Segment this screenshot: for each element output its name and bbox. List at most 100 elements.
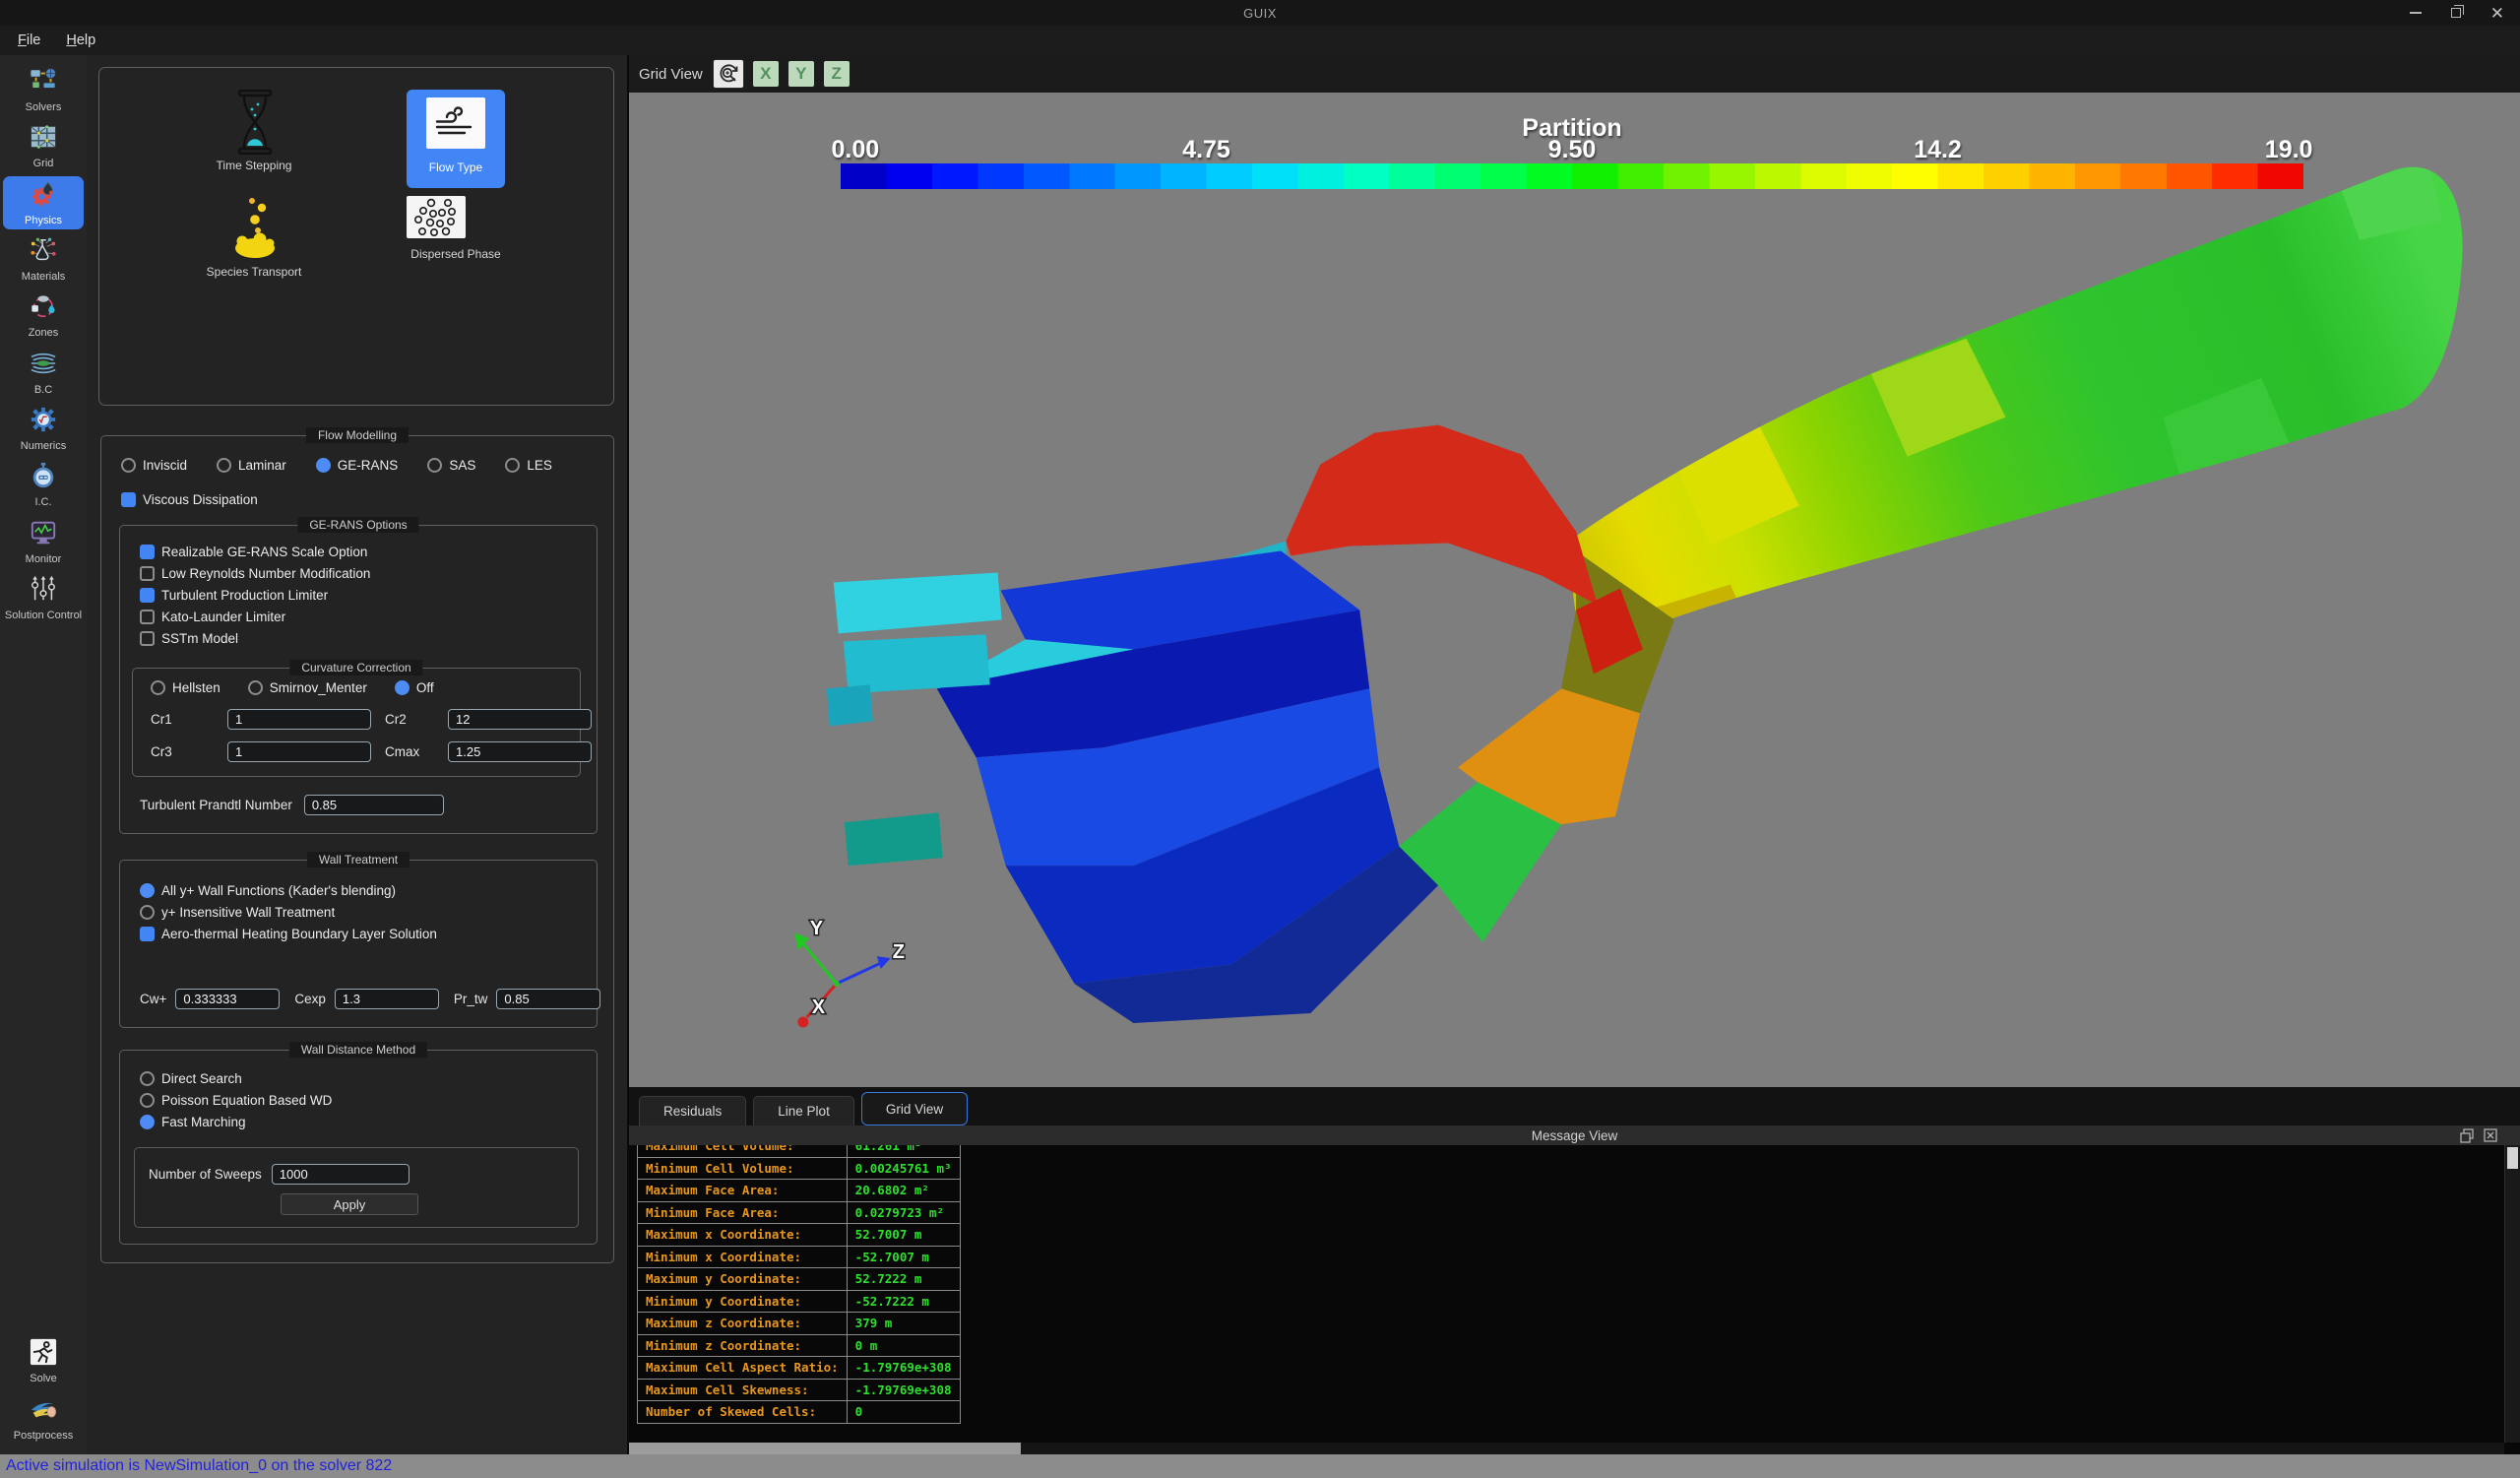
cw-field[interactable] [175, 989, 280, 1009]
close-icon[interactable]: ✕ [2490, 5, 2504, 22]
radio-ge-rans[interactable]: GE-RANS [316, 458, 399, 473]
sidebar-item-zones[interactable]: Zones [3, 289, 84, 342]
cmax-field[interactable] [448, 741, 592, 762]
field-label-cw: Cw+ [140, 992, 166, 1006]
sidebar-item-label: B.C [34, 384, 52, 396]
menu-file[interactable]: File [6, 30, 52, 51]
checkbox-sstm-model[interactable]: SSTm Model [140, 631, 587, 646]
prtw-field[interactable] [496, 989, 600, 1009]
sidebar-item-numerics[interactable]: Numerics [3, 402, 84, 455]
axis-y-label: Y [810, 918, 823, 939]
sidebar-item-physics[interactable]: Physics [3, 176, 84, 229]
sidebar-item-materials[interactable]: Materials [3, 232, 84, 286]
radio-laminar[interactable]: Laminar [217, 458, 286, 473]
radio-sas[interactable]: SAS [427, 458, 475, 473]
zones-icon [30, 292, 57, 325]
axis-triad: Y Z X [794, 918, 905, 1027]
menu-help[interactable]: Help [54, 30, 107, 51]
monitor-icon [30, 519, 57, 551]
scrollbar-handle[interactable] [629, 1443, 1021, 1454]
wall-treatment-group: Wall Treatment All y+ Wall Functions (Ka… [119, 860, 598, 1028]
number-of-sweeps-field[interactable] [272, 1164, 410, 1185]
vertical-scrollbar[interactable] [2504, 1145, 2520, 1443]
checkbox-turbulent-production-limiter[interactable]: Turbulent Production Limiter [140, 588, 587, 603]
checkbox-aero-thermal-heating[interactable]: Aero-thermal Heating Boundary Layer Solu… [140, 927, 587, 941]
table-row: Maximum z Coordinate:379 m [638, 1313, 961, 1335]
axis-x-label: X [812, 996, 826, 1018]
colorbar-tick: 19.0 [2265, 136, 2313, 164]
physics-models-box: Time Stepping Flow Type Species Transpor… [98, 67, 614, 406]
flow-modelling-radios: Inviscid Laminar GE-RANS SAS LES [121, 458, 601, 473]
zoom-fit-icon [717, 62, 740, 86]
table-row: Minimum z Coordinate:0 m [638, 1334, 961, 1357]
view-y-button[interactable]: Y [788, 60, 815, 88]
view-z-button[interactable]: Z [823, 60, 850, 88]
solve-icon [30, 1338, 57, 1371]
cexp-field[interactable] [335, 989, 439, 1009]
grid-view-viewport[interactable]: Y Z X Partition 0.00 4.75 9.50 14.2 19.0 [627, 93, 2520, 1087]
radio-yplus-insensitive[interactable]: y+ Insensitive Wall Treatment [140, 905, 587, 920]
radio-curvature-off[interactable]: Off [395, 680, 434, 695]
checkbox-realizable-scale[interactable]: Realizable GE-RANS Scale Option [140, 545, 587, 559]
sidebar-item-solvers[interactable]: Solvers [3, 63, 84, 116]
radio-smirnov-menter[interactable]: Smirnov_Menter [248, 680, 367, 695]
sidebar-item-label: Postprocess [14, 1430, 74, 1442]
minimize-icon[interactable] [2410, 12, 2422, 14]
sidebar-item-monitor[interactable]: Monitor [3, 515, 84, 568]
radio-hellsten[interactable]: Hellsten [151, 680, 220, 695]
close-panel-icon[interactable] [2483, 1127, 2498, 1143]
solvers-icon [30, 67, 57, 99]
checkbox-viscous-dissipation[interactable]: Viscous Dissipation [121, 492, 601, 507]
sidebar-item-label: Solve [30, 1373, 57, 1384]
radio-icon [121, 458, 136, 473]
radio-icon [395, 680, 410, 695]
physics-panel: Time Stepping Flow Type Species Transpor… [87, 55, 627, 1454]
solution-control-icon [30, 575, 57, 608]
zoom-fit-button[interactable] [713, 59, 744, 89]
group-title: Wall Treatment [307, 852, 410, 868]
sidebar-item-postprocess[interactable]: Postprocess [3, 1391, 84, 1445]
sidebar-item-solution-control[interactable]: Solution Control [3, 571, 84, 624]
sidebar-item-solve[interactable]: Solve [3, 1334, 84, 1387]
status-text: Active simulation is NewSimulation_0 on … [6, 1457, 392, 1475]
sidebar-item-label: Materials [22, 271, 66, 283]
table-row: Minimum Cell Volume:0.00245761 m³ [638, 1157, 961, 1180]
radio-inviscid[interactable]: Inviscid [121, 458, 187, 473]
colorbar-tick: 9.50 [1548, 136, 1597, 164]
sidebar-item-label: Grid [33, 158, 54, 169]
scrollbar-handle[interactable] [2507, 1147, 2518, 1169]
group-title: Curvature Correction [289, 660, 422, 675]
initial-conditions-icon [30, 462, 57, 494]
sidebar-item-ic[interactable]: I.C. [3, 458, 84, 511]
field-label-cr3: Cr3 [151, 744, 223, 759]
window-title: GUIX [1243, 6, 1277, 21]
ge-rans-options-group: GE-RANS Options Realizable GE-RANS Scale… [119, 525, 598, 834]
table-row: Maximum Cell Volume:61.261 m³ [638, 1145, 961, 1157]
sidebar-item-bc[interactable]: B.C [3, 346, 84, 399]
checkbox-low-reynolds[interactable]: Low Reynolds Number Modification [140, 566, 587, 581]
sidebar-item-label: I.C. [34, 496, 51, 508]
flow-type-item-selected[interactable]: Flow Type [407, 90, 505, 188]
turbulent-prandtl-field[interactable] [304, 795, 444, 815]
radio-poisson-wd[interactable]: Poisson Equation Based WD [140, 1093, 587, 1108]
radio-all-yplus-wall-functions[interactable]: All y+ Wall Functions (Kader's blending) [140, 883, 587, 898]
viewport-toolbar: Grid View X Y Z [627, 55, 2520, 93]
curvature-correction-group: Curvature Correction Hellsten Smirnov_Me… [132, 668, 581, 777]
cr3-field[interactable] [227, 741, 371, 762]
apply-button[interactable]: Apply [281, 1193, 418, 1215]
tab-residuals[interactable]: Residuals [639, 1096, 746, 1125]
radio-direct-search[interactable]: Direct Search [140, 1071, 587, 1086]
cr2-field[interactable] [448, 709, 592, 730]
radio-les[interactable]: LES [505, 458, 552, 473]
float-panel-icon[interactable] [2459, 1127, 2475, 1143]
cr1-field[interactable] [227, 709, 371, 730]
horizontal-scrollbar[interactable] [629, 1443, 2504, 1454]
tab-line-plot[interactable]: Line Plot [753, 1096, 854, 1125]
group-title: Wall Distance Method [289, 1042, 427, 1058]
tab-grid-view[interactable]: Grid View [861, 1092, 968, 1125]
radio-fast-marching[interactable]: Fast Marching [140, 1115, 587, 1129]
view-x-button[interactable]: X [752, 60, 780, 88]
sidebar-item-grid[interactable]: Grid [3, 119, 84, 172]
restore-icon[interactable] [2451, 8, 2461, 18]
checkbox-kato-launder[interactable]: Kato-Launder Limiter [140, 610, 587, 624]
